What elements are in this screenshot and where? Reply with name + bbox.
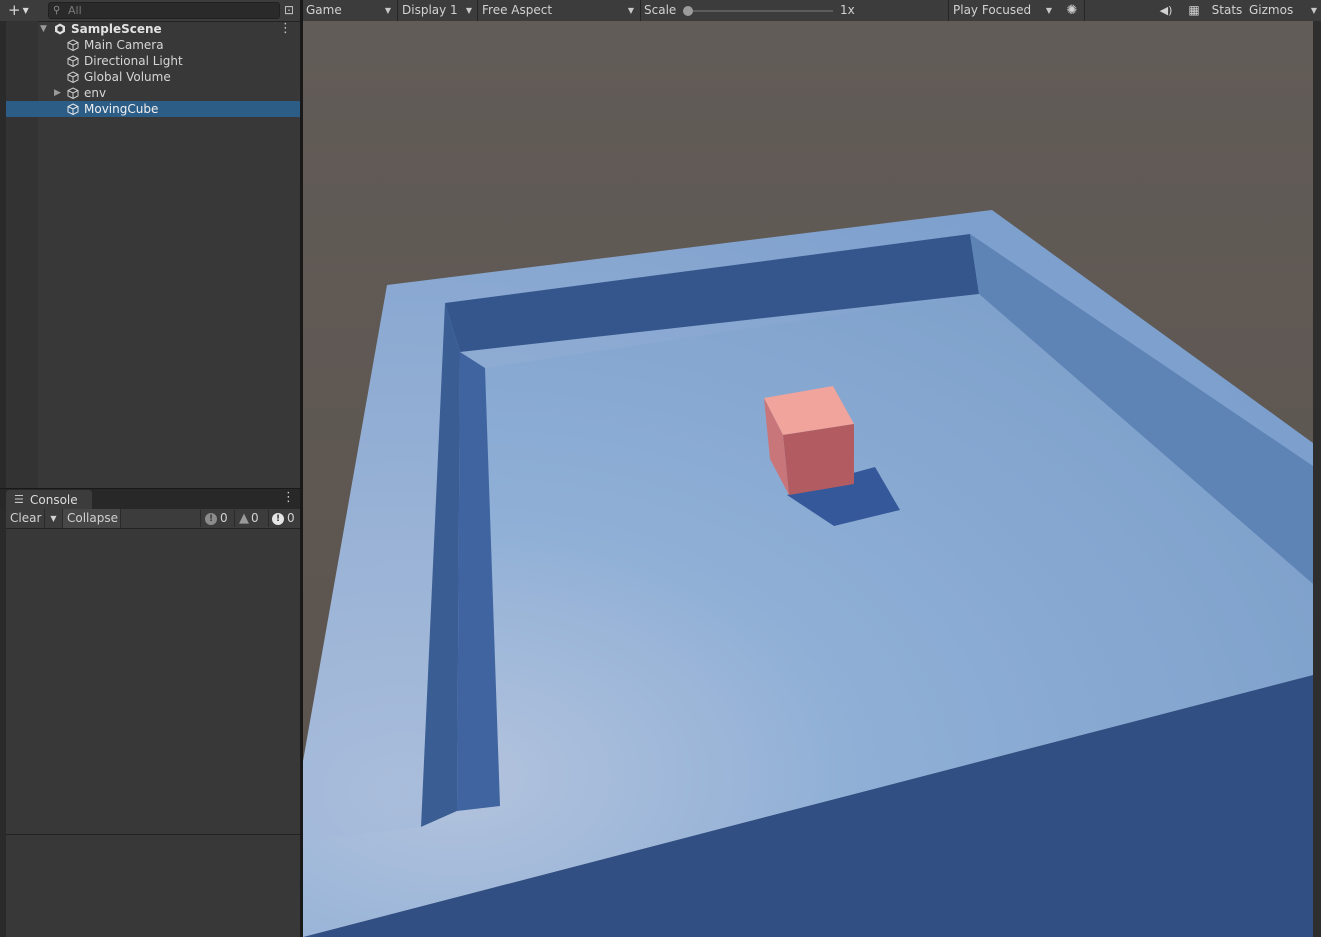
console-panel: ☰ Console ⋮ Clear ▼ Collapse ! 0 ▲ 0 ! 0 [0,489,301,937]
gizmos-dropdown[interactable]: Gizmos ▼ [1247,0,1321,21]
chevron-down-icon: ▼ [50,514,57,523]
hierarchy-item-movingcube[interactable]: MovingCube [6,101,300,117]
scale-label: Scale [644,3,677,17]
search-placeholder: All [68,4,82,17]
hierarchy-item-label: Main Camera [84,38,164,52]
console-tab-bar: ☰ Console ⋮ [0,489,301,509]
panel-edge [0,509,6,937]
inspector-edge [1313,21,1321,937]
gameobject-cube-icon [67,103,79,115]
scale-slider-handle[interactable] [683,6,693,16]
chevron-down-icon: ▼ [384,6,391,15]
display-label: Display 1 [402,3,458,17]
error-icon: ! [272,512,284,525]
gameobject-cube-icon [67,71,79,83]
clear-options-dropdown[interactable]: ▼ [44,509,62,528]
hierarchy-item-env[interactable]: ▶ env [6,85,300,101]
search-icon: ⚲ [53,5,61,16]
collapse-toggle[interactable]: Collapse [62,509,121,528]
gizmos-label: Gizmos [1249,3,1294,17]
error-count: 0 [287,511,295,525]
hierarchy-toolbar: + ▼ ⚲ All ⊡ [0,0,301,22]
foldout-collapsed-icon[interactable]: ▶ [54,85,61,101]
toolbar-separator [397,0,398,21]
hierarchy-item-label: env [84,86,107,100]
toolbar-separator [1084,0,1085,21]
tab-console[interactable]: ☰ Console [6,490,92,509]
hierarchy-item-global-volume[interactable]: Global Volume [6,69,300,85]
warning-icon: ▲ [239,511,249,526]
info-count-toggle[interactable]: ! 0 [200,510,237,527]
console-detail-divider[interactable] [6,834,301,835]
speaker-icon[interactable]: ◀) [1155,0,1177,21]
play-mode-dropdown[interactable]: Play Focused ▼ [950,0,1056,21]
chevron-down-icon: ▼ [1045,6,1052,15]
chevron-down-icon: ▼ [627,6,634,15]
hierarchy-item-label: Directional Light [84,54,183,68]
scale-slider-track[interactable] [687,10,833,12]
game-render [303,21,1313,937]
game-view[interactable] [303,21,1313,937]
more-options-icon[interactable]: ⋮ [282,490,295,505]
gameobject-cube-icon [67,39,79,51]
hierarchy-item-directional-light[interactable]: Directional Light [6,53,300,69]
chevron-down-icon: ▼ [465,6,472,15]
unity-scene-icon [55,23,65,35]
display-dropdown[interactable]: Display 1 ▼ [399,0,476,21]
aspect-dropdown[interactable]: Free Aspect ▼ [478,0,638,21]
error-count-toggle[interactable]: ! 0 [268,510,304,527]
game-toolbar: Game ▼ Display 1 ▼ Free Aspect ▼ Scale 1… [303,0,1321,22]
plus-icon: + [8,1,21,19]
warning-count: 0 [251,511,259,525]
toolbar-separator [640,0,641,21]
warning-count-toggle[interactable]: ▲ 0 [234,510,271,527]
toolbar-separator [948,0,949,21]
chevron-down-icon: ▼ [1310,6,1317,15]
hierarchy-search-input[interactable]: ⚲ All [48,2,280,19]
scene-name: SampleScene [71,22,162,36]
console-icon: ☰ [14,493,24,506]
info-count: 0 [220,511,228,525]
keyboard-icon[interactable]: ▦ [1181,0,1207,21]
aspect-label: Free Aspect [482,3,553,17]
info-icon: ! [205,512,217,525]
play-mode-label: Play Focused [953,3,1032,17]
gameobject-cube-icon [67,87,79,99]
bug-icon[interactable]: ✺ [1061,0,1083,21]
view-label: Game [306,3,342,17]
gameobject-cube-icon [67,55,79,67]
more-options-icon[interactable]: ⋮ [279,21,292,37]
hierarchy-item-main-camera[interactable]: Main Camera [6,37,300,53]
search-mode-icon[interactable]: ⊡ [281,2,297,18]
tab-console-label: Console [30,493,78,507]
scale-value: 1x [840,3,855,17]
foldout-expanded-icon[interactable]: ▼ [40,21,47,37]
clear-button[interactable]: Clear [6,509,44,528]
hierarchy-item-label: MovingCube [84,102,159,116]
scene-row[interactable]: ▼ SampleScene ⋮ [6,21,300,37]
chevron-down-icon: ▼ [22,5,29,15]
hierarchy-item-label: Global Volume [84,70,171,84]
cube-front [783,424,854,495]
hierarchy-panel: +▼ ⚲ All ⊡ ▼ SampleScene ⋮ Main Camera [0,0,301,488]
stats-button[interactable]: Stats [1210,0,1244,21]
view-dropdown[interactable]: Game ▼ [303,0,395,21]
console-toolbar: Clear ▼ Collapse ! 0 ▲ 0 ! 0 [6,509,301,529]
add-object-button[interactable]: + ▼ [8,1,42,19]
